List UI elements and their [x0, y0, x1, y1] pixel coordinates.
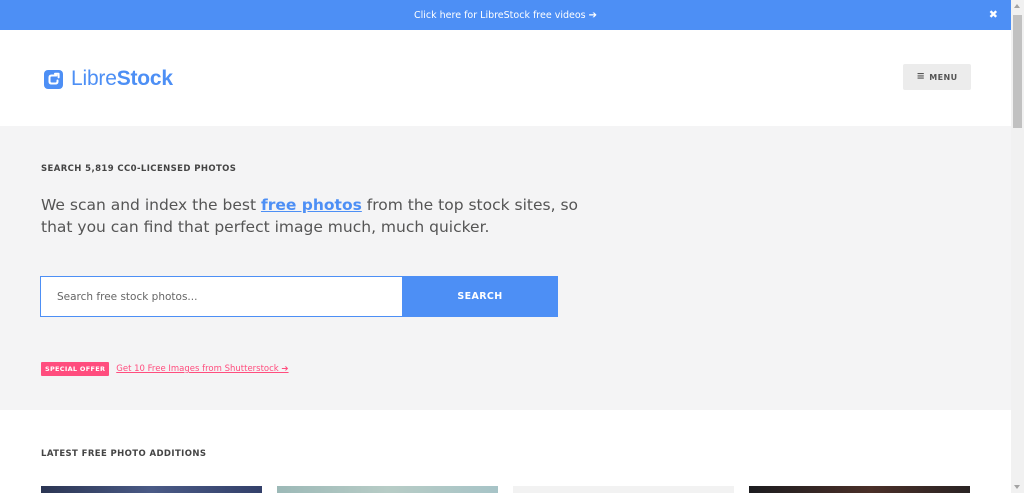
- hero-eyebrow: SEARCH 5,819 CC0-LICENSED PHOTOS: [41, 164, 237, 174]
- browser-viewport: Click here for LibreStock free videos ➔ …: [0, 0, 1024, 493]
- logo-text: LibreStock: [71, 67, 173, 91]
- scrollbar-thumb[interactable]: [1013, 15, 1022, 128]
- photo-thumbnail[interactable]: [513, 486, 734, 493]
- photo-thumbnail[interactable]: [749, 486, 970, 493]
- site-header: LibreStock ≡ MENU: [0, 30, 1011, 126]
- special-offer: SPECIAL OFFER Get 10 Free Images from Sh…: [41, 362, 289, 376]
- search-button[interactable]: SEARCH: [402, 276, 558, 317]
- latest-additions-title: LATEST FREE PHOTO ADDITIONS: [41, 449, 207, 459]
- lede-text-start: We scan and index the best: [41, 196, 261, 214]
- site-logo[interactable]: LibreStock: [44, 67, 173, 91]
- librestock-logo-icon: [44, 69, 63, 89]
- shutterstock-offer-link[interactable]: Get 10 Free Images from Shutterstock ➔: [116, 364, 288, 374]
- menu-label: MENU: [929, 72, 958, 82]
- search-input[interactable]: [40, 276, 402, 317]
- photo-thumbnail[interactable]: [277, 486, 498, 493]
- page: Click here for LibreStock free videos ➔ …: [0, 0, 1011, 493]
- scroll-up-icon[interactable]: [1014, 4, 1020, 8]
- scroll-down-icon[interactable]: [1014, 485, 1020, 489]
- logo-text-light: Libre: [71, 67, 117, 90]
- top-banner: Click here for LibreStock free videos ➔ …: [0, 0, 1011, 30]
- menu-button[interactable]: ≡ MENU: [903, 64, 971, 90]
- arrow-right-icon: ➔: [588, 9, 598, 21]
- hamburger-icon: ≡: [916, 71, 926, 82]
- hero-section: SEARCH 5,819 CC0-LICENSED PHOTOS We scan…: [0, 126, 1011, 410]
- special-offer-badge: SPECIAL OFFER: [41, 362, 110, 376]
- search-form: SEARCH: [40, 276, 558, 317]
- logo-text-bold: Stock: [116, 67, 173, 90]
- banner-text: Click here for LibreStock free videos: [413, 9, 586, 21]
- free-photos-link[interactable]: free photos: [261, 196, 362, 214]
- banner-link[interactable]: Click here for LibreStock free videos ➔: [414, 10, 597, 21]
- close-icon[interactable]: ✖: [989, 8, 998, 22]
- vertical-scrollbar[interactable]: [1011, 0, 1024, 493]
- hero-lede: We scan and index the best free photos f…: [41, 194, 581, 238]
- photo-thumbnail[interactable]: [41, 486, 262, 493]
